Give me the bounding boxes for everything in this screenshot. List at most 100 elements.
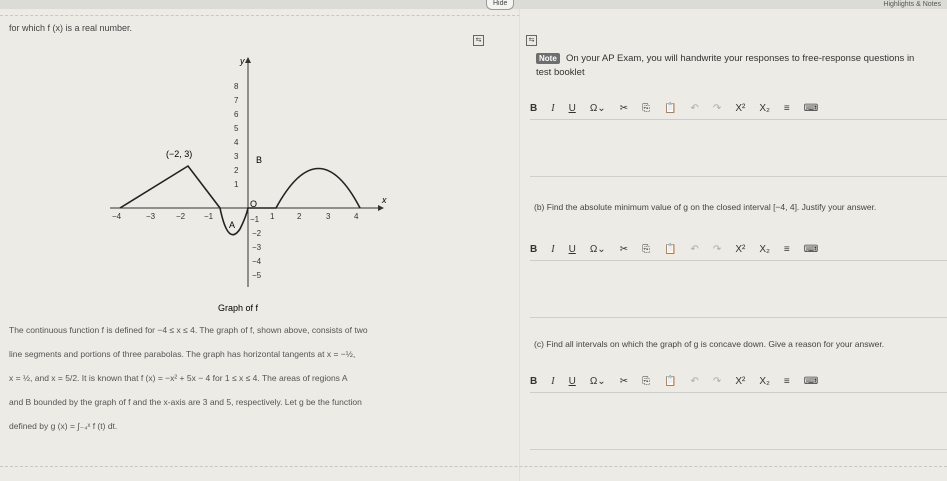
chevron-down-icon: ⌄	[597, 102, 606, 114]
y-axis-label: y	[239, 56, 245, 66]
graph-caption: Graph of f	[218, 303, 259, 313]
omega-icon: Ω	[589, 375, 598, 387]
x-arrow	[378, 205, 384, 211]
underline-button[interactable]: U	[569, 244, 576, 255]
italic-button[interactable]: I	[551, 244, 554, 255]
hide-button[interactable]: Hide	[486, 0, 515, 10]
editor-toolbar-b: B I U Ω⌄ ✂ ⎘ 📋 ↶ ↷ X² X₂ ≡ ⌨	[530, 238, 947, 261]
y-arrow	[245, 57, 251, 63]
response-editor-c[interactable]	[530, 393, 947, 450]
cut-icon[interactable]: ✂	[620, 376, 628, 387]
divider	[0, 15, 520, 16]
note-text: On your AP Exam, you will handwrite your…	[566, 53, 915, 64]
editor-toolbar-a: B I U Ω⌄ ✂ ⎘ 📋 ↶ ↷ X² X₂ ≡ ⌨	[530, 97, 947, 120]
y-tick: 1	[234, 180, 239, 189]
x-tick: −1	[204, 212, 214, 221]
bold-button[interactable]: B	[530, 244, 537, 255]
keyboard-icon[interactable]: ⌨	[804, 244, 818, 255]
response-pane: Note On your AP Exam, you will handwrite…	[520, 9, 947, 481]
copy-icon[interactable]: ⎘	[642, 103, 650, 114]
paste-icon[interactable]: 📋	[664, 244, 676, 255]
subscript-button[interactable]: X₂	[759, 103, 770, 114]
copy-icon[interactable]: ⎘	[642, 244, 650, 255]
chevron-down-icon: ⌄	[597, 243, 606, 255]
paste-icon[interactable]: 📋	[664, 376, 676, 387]
question-pane: for which f (x) is a real number. y x −4…	[0, 9, 520, 481]
omega-icon: Ω	[589, 102, 598, 114]
y-tick: 4	[234, 138, 239, 147]
keyboard-icon[interactable]: ⌨	[804, 103, 818, 114]
y-tick: −5	[252, 271, 262, 280]
special-char-button[interactable]: Ω⌄	[590, 244, 606, 255]
x-tick: −3	[146, 212, 156, 221]
bottom-divider	[0, 466, 947, 467]
x-tick: 4	[354, 212, 359, 221]
note-badge: Note	[536, 53, 560, 64]
origin-label: O	[250, 199, 257, 209]
x-tick: 2	[297, 212, 302, 221]
copy-icon[interactable]: ⎘	[642, 376, 650, 387]
function-curve	[119, 164, 361, 236]
x-tick: −2	[176, 212, 186, 221]
list-icon[interactable]: ≡	[784, 103, 790, 114]
paragraph-line: line segments and portions of three para…	[9, 349, 356, 359]
underline-button[interactable]: U	[569, 103, 576, 114]
special-char-button[interactable]: Ω⌄	[590, 103, 606, 114]
bold-button[interactable]: B	[530, 376, 537, 387]
subscript-button[interactable]: X₂	[759, 376, 770, 387]
superscript-button[interactable]: X²	[735, 103, 745, 114]
region-a-label: A	[229, 220, 235, 230]
list-icon[interactable]: ≡	[784, 244, 790, 255]
x-tick: 1	[270, 212, 275, 221]
y-tick: 5	[234, 124, 239, 133]
bold-button[interactable]: B	[530, 103, 537, 114]
y-tick: 6	[234, 110, 239, 119]
note-text-cont: test booklet	[536, 67, 585, 78]
list-icon[interactable]: ≡	[784, 376, 790, 387]
x-tick: −4	[112, 212, 122, 221]
response-editor-a[interactable]	[530, 120, 947, 177]
y-tick: −3	[252, 243, 262, 252]
editor-toolbar-c: B I U Ω⌄ ✂ ⎘ 📋 ↶ ↷ X² X₂ ≡ ⌨	[530, 370, 947, 393]
paragraph-line: and B bounded by the graph of f and the …	[9, 397, 362, 407]
y-tick: −2	[252, 229, 262, 238]
x-tick: 3	[326, 212, 331, 221]
question-b: (b) Find the absolute minimum value of g…	[534, 202, 877, 212]
keyboard-icon[interactable]: ⌨	[804, 376, 818, 387]
italic-button[interactable]: I	[551, 103, 554, 114]
superscript-button[interactable]: X²	[735, 244, 745, 255]
special-char-button[interactable]: Ω⌄	[590, 376, 606, 387]
region-b-label: B	[256, 155, 262, 165]
paragraph-line: defined by g (x) = ∫₋₄ˣ f (t) dt.	[9, 421, 118, 431]
superscript-button[interactable]: X²	[735, 376, 745, 387]
point-label: (−2, 3)	[166, 149, 192, 159]
x-ticks: −4 −3 −2 −1 1 2 3 4	[112, 212, 359, 221]
undo-icon[interactable]: ↶	[691, 103, 699, 114]
question-c: (c) Find all intervals on which the grap…	[534, 339, 885, 349]
graph-of-f: y x −4 −3 −2 −1 1 2 3 4 8 7 6 5 4 3 2 1 …	[110, 56, 387, 313]
redo-icon[interactable]: ↷	[713, 244, 721, 255]
redo-icon[interactable]: ↷	[713, 376, 721, 387]
undo-icon[interactable]: ↶	[691, 376, 699, 387]
subscript-button[interactable]: X₂	[759, 244, 770, 255]
paste-icon[interactable]: 📋	[664, 103, 676, 114]
highlights-notes-button[interactable]: Highlights & Notes	[883, 0, 941, 9]
paragraph-line: x = ½, and x = 5/2. It is known that f (…	[9, 373, 348, 383]
italic-button[interactable]: I	[551, 376, 554, 387]
y-tick: 8	[234, 82, 239, 91]
y-tick: −4	[252, 257, 262, 266]
expand-left-icon[interactable]: ⇆	[473, 35, 484, 46]
omega-icon: Ω	[589, 243, 598, 255]
y-tick: 2	[234, 166, 239, 175]
top-bar: Hide Highlights & Notes	[0, 0, 947, 10]
paragraph-line: The continuous function f is defined for…	[9, 325, 368, 335]
cut-icon[interactable]: ✂	[620, 103, 628, 114]
undo-icon[interactable]: ↶	[691, 244, 699, 255]
y-tick: −1	[250, 215, 260, 224]
redo-icon[interactable]: ↷	[713, 103, 721, 114]
y-tick: 3	[234, 152, 239, 161]
response-editor-b[interactable]	[530, 261, 947, 318]
cut-icon[interactable]: ✂	[620, 244, 628, 255]
x-axis-label: x	[381, 195, 387, 205]
underline-button[interactable]: U	[569, 376, 576, 387]
